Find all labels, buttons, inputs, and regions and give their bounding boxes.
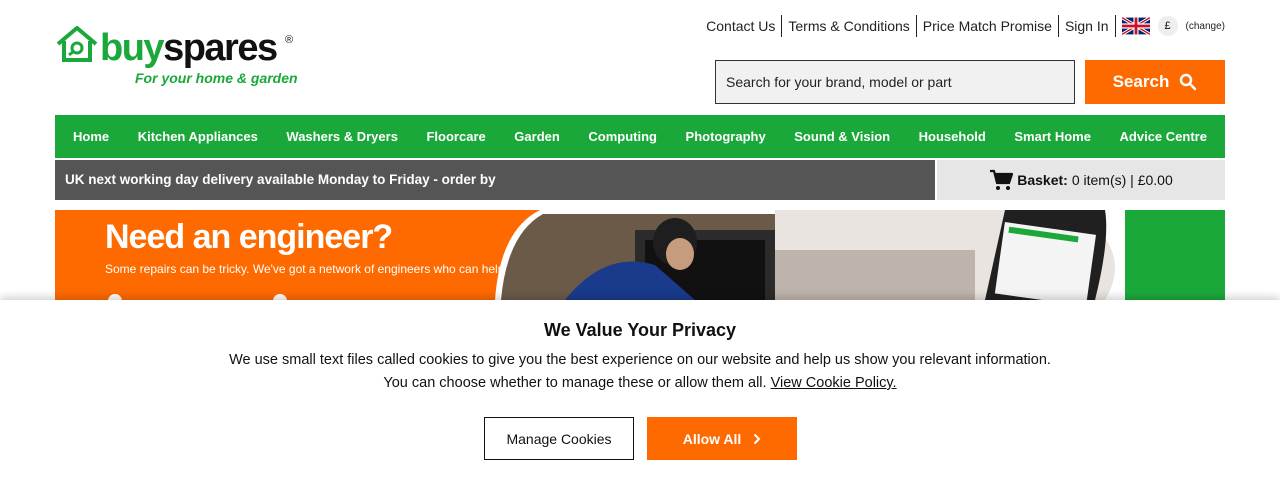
allow-all-label: Allow All [682, 430, 742, 447]
banner-title: Need an engineer? [105, 218, 393, 256]
logo-wordmark: buyspares [100, 27, 278, 69]
house-logo-icon [56, 26, 98, 62]
tablet-photo [775, 210, 1165, 300]
cookie-description: We use small text files called cookies t… [229, 352, 1051, 368]
banner-subtitle: Some repairs can be tricky. We've got a … [105, 262, 508, 276]
nav-item-garden[interactable]: Garden [514, 129, 560, 144]
engineer-photo [495, 210, 775, 300]
nav-item-kitchen-appliances[interactable]: Kitchen Appliances [138, 129, 258, 144]
chevron-right-icon [754, 433, 761, 444]
nav-item-sound-vision[interactable]: Sound & Vision [794, 129, 890, 144]
cookie-choice-sentence: You can choose whether to manage these o… [383, 375, 767, 391]
cookie-choice-text: You can choose whether to manage these o… [0, 375, 1280, 391]
nav-item-washers-dryers[interactable]: Washers & Dryers [286, 129, 398, 144]
nav-item-floorcare[interactable]: Floorcare [426, 129, 485, 144]
basket-summary[interactable]: Basket: 0 item(s) | £0.00 [937, 160, 1225, 200]
search-button[interactable]: Search [1085, 60, 1225, 104]
contact-us-link[interactable]: Contact Us [700, 15, 783, 37]
engineer-banner[interactable]: Need an engineer? Some repairs can be tr… [55, 210, 1225, 300]
registered-mark: ® [285, 34, 294, 46]
nav-item-advice-centre[interactable]: Advice Centre [1120, 129, 1207, 144]
logo-tagline: For your home & garden [135, 70, 298, 86]
basket-total: 0 item(s) | £0.00 [1071, 172, 1173, 188]
basket-label: Basket: [1017, 172, 1068, 188]
top-links: Contact Us Terms & Conditions Price Matc… [700, 14, 1225, 38]
banner-green-accent [1125, 210, 1225, 300]
cart-icon [990, 169, 1014, 190]
change-currency-link[interactable]: (change) [1186, 21, 1225, 32]
nav-item-photography[interactable]: Photography [686, 129, 766, 144]
nav-item-computing[interactable]: Computing [588, 129, 657, 144]
cookie-policy-link[interactable]: View Cookie Policy. [771, 375, 897, 391]
nav-item-home[interactable]: Home [73, 129, 109, 144]
terms-link[interactable]: Terms & Conditions [782, 15, 917, 37]
search-button-label: Search [1112, 72, 1170, 91]
buyspares-logo[interactable]: buyspares ® For your home & garden [55, 24, 305, 90]
allow-all-button[interactable]: Allow All [647, 417, 797, 460]
delivery-banner: UK next working day delivery available M… [55, 160, 935, 200]
main-nav: Home Kitchen Appliances Washers & Dryers… [55, 115, 1225, 158]
manage-cookies-button[interactable]: Manage Cookies [484, 417, 634, 460]
search-icon [1180, 73, 1197, 91]
sign-in-link[interactable]: Sign In [1059, 15, 1116, 37]
cookie-title: We Value Your Privacy [543, 320, 737, 340]
currency-badge[interactable]: £ [1157, 16, 1178, 36]
page: buyspares ® For your home & garden Conta… [0, 0, 1280, 480]
search-input[interactable] [715, 60, 1075, 104]
nav-item-smart-home[interactable]: Smart Home [1014, 129, 1091, 144]
cookie-consent-dialog: We Value Your Privacy We use small text … [0, 300, 1280, 480]
nav-item-household[interactable]: Household [919, 129, 986, 144]
uk-flag-icon[interactable] [1121, 17, 1150, 35]
price-match-link[interactable]: Price Match Promise [917, 15, 1059, 37]
